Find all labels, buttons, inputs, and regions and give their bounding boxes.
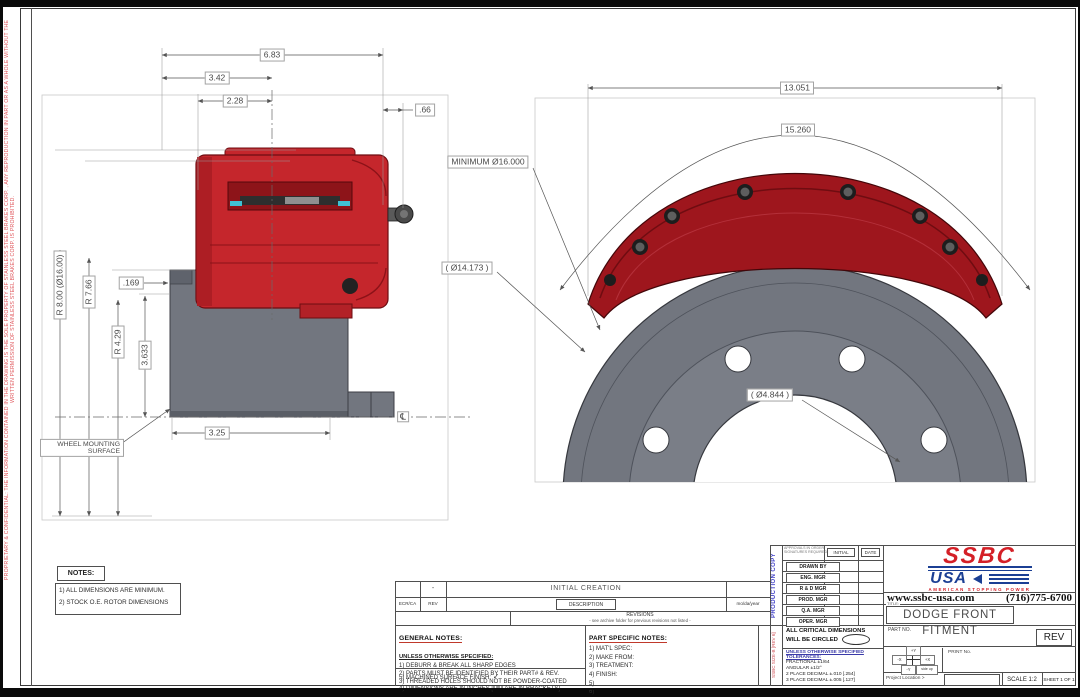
contact-row: www.ssbc-usa.com (716)775-6700 [883,592,1076,604]
dim-radius-outer: R 7.66 [83,275,96,308]
dim-step: .169 [119,277,144,290]
revisions-footer: REVISIONS - see archive folder for previ… [510,612,770,623]
part-note-item: 1) MAT'L SPEC: [589,645,755,654]
print-no-label: PRINT No. [948,650,971,655]
frame-inner-line [31,8,32,686]
tolerance-item: 3 PLACE DECIMAL ±.005 [.127] [786,678,881,684]
general-notes-subtitle: UNLESS OTHERWISE SPECIFIED: [399,654,493,660]
project-location-label: Project Location > [886,676,925,681]
approval-row-qa-mgr: Q.A. MGR [786,606,840,616]
dim-rotor-width: 3.25 [205,427,230,440]
scale-label: SCALE 1:2 [1002,674,1042,686]
axis-left-label: -X [892,655,907,665]
ssbc-logo: SSBC USA AMERICAN STOPPING POWER [883,545,1076,592]
approval-row-eng-mgr: ENG. MGR [786,573,840,583]
dim-inner-width: 2.28 [223,95,248,108]
part-note-item: 2) MAKE FROM: [589,654,755,663]
approval-row-oper-mgr: OPER. MGR [786,617,840,627]
part-specific-notes: PART SPECIFIC NOTES: 1) MAT'L SPEC: 2) M… [589,627,755,697]
sheet-label: SHEET 1 OF 1 [1042,674,1076,686]
production-copy-stamp: PRODUCTION COPY [771,547,782,623]
logo-arrow-icon [973,574,982,584]
part-notes-title: PART SPECIFIC NOTES: [589,635,667,643]
col-rev: REV [420,598,446,610]
general-note-item5: 5) MACHINED SURFACE FINISH: ✓ [399,672,499,681]
dim-radius-rotor: R 4.29 [112,325,125,358]
sheet-size-stamp: SSBC SIZE-B [REV 6] [771,627,782,684]
part-no-label: PART NO. [888,627,911,633]
axis-side-note: side up [916,665,938,675]
axis-up-label: +Y [906,646,921,656]
dim-caliper-width: 13.051 [780,82,814,95]
logo-usa-text: USA [930,570,967,587]
approval-row-drawn-by: DRAWN BY [786,562,840,572]
general-note-item: 1) DEBURR & BREAK ALL SHARP EDGES [399,663,583,671]
dim-mid-width: 3.42 [205,72,230,85]
website-text: www.ssbc-usa.com [887,592,974,604]
dim-arc-length: 15.260 [781,124,815,137]
general-notes-title: GENERAL NOTES: [399,635,462,643]
dim-overall-width: 6.83 [260,49,285,62]
logo-speed-lines [989,574,1029,584]
part-note-item: 3) TREATMENT: [589,662,755,671]
logo-usa-row: USA [883,572,1076,586]
critical-dimensions-note: ALL CRITICAL DIMENSIONS WILL BE CIRCLED [786,628,881,645]
revision-description-value: INITIAL CREATION [446,582,726,596]
drawing-sheet: 6.83 3.42 2.28 .66 R 8.00 (Ø16.00) R 7.6… [0,0,1080,690]
axis-right-label: +X [920,655,935,665]
phone-text: (716)775-6700 [1006,592,1072,604]
dim-rotor-band: 3.633 [139,340,152,369]
project-location-field [944,674,1000,686]
approval-row-rd-mgr: R & D MGR [786,584,840,594]
letterbox-left [0,0,3,690]
letterbox-top [0,0,1080,7]
drawing-title: DODGE FRONT FITMENT [886,606,1014,624]
rev-box: REV [1036,629,1072,646]
approvals-col-date: DATE [861,548,880,557]
approval-row-prod-mgr: PROD. MGR [786,595,840,605]
col-description: DESCRIPTION [556,599,616,610]
dim-caliper-diameter: ( Ø14.173 ) [442,262,493,275]
drawing-viewer: { "colors": { "caliper_red": "#c5262c", … [0,0,1080,690]
surface-finish-icon: ✓ [493,672,500,681]
circled-oval-icon [842,634,870,645]
wheel-mounting-surface-label: WHEEL MOUNTING SURFACE [40,439,124,457]
part-note-item: 4) FINISH: [589,671,755,680]
approvals-col-initial: INITIAL [827,548,855,557]
dim-min-diameter: MINIMUM Ø16.000 [447,156,528,169]
critical-line2: WILL BE CIRCLED [786,634,881,645]
logo-ssbc-text: SSBC [882,545,1077,566]
title-label: TITLE: [886,601,900,606]
col-date: mo/da/year [726,598,770,610]
col-ecr-ca: ECR/CA [395,598,420,610]
tolerances-block: UNLESS OTHERWISE SPECIFIED TOLERANCES: F… [786,650,881,684]
centerline-symbol: ℄ [397,411,409,422]
dim-center-bore: ( Ø4.844 ) [747,389,793,402]
dim-radius-max: R 8.00 (Ø16.00) [54,251,67,320]
revisions-footer-note: - see archive folder for previous revisi… [510,618,770,623]
machined-finish-label: 5) MACHINED SURFACE FINISH: [399,675,491,681]
revision-mark: - [421,582,445,596]
axis-down-label: -Y [901,665,916,675]
proprietary-notice: PROPRIETARY & CONFIDENTIAL: THE INFORMAT… [4,12,17,587]
dim-offset: .66 [415,104,435,117]
general-notes: GENERAL NOTES: UNLESS OTHERWISE SPECIFIE… [399,627,583,694]
